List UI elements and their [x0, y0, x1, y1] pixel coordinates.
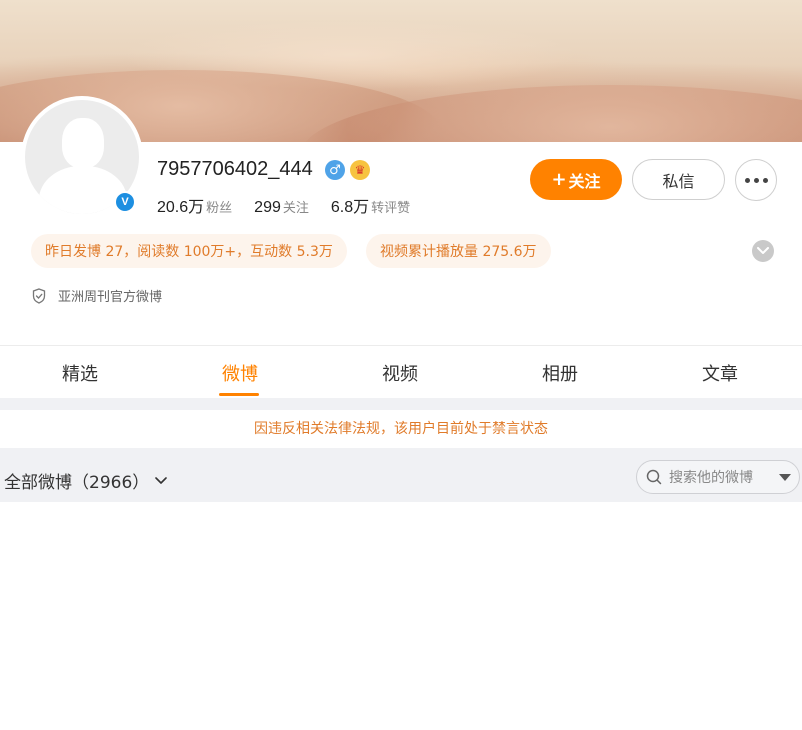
section-separator	[0, 398, 802, 410]
more-dot-icon	[753, 177, 759, 183]
stat-following-value: 299	[254, 199, 281, 216]
stat-interactions[interactable]: 6.8万 转评赞	[331, 193, 410, 217]
avatar-silhouette-head	[62, 118, 104, 168]
description-text: 亚洲周刊官方微博	[58, 290, 163, 305]
stat-interactions-label: 转评赞	[371, 201, 411, 216]
stat-following-label: 关注	[282, 201, 309, 216]
male-gender-icon: ♂	[325, 160, 345, 180]
follow-button[interactable]: + 关注	[530, 159, 622, 200]
chevron-down-icon[interactable]	[752, 240, 774, 262]
caret-down-icon[interactable]	[779, 474, 791, 481]
tab-video[interactable]: 视频	[320, 346, 480, 398]
profile-name: 7957706402_444	[157, 158, 313, 180]
profile-description: 亚洲周刊官方微博	[32, 286, 162, 305]
crown-icon[interactable]: ♛	[350, 160, 370, 180]
video-plays-pill[interactable]: 视频累计播放量 275.6万	[366, 234, 551, 268]
chevron-down-icon	[155, 476, 168, 484]
message-button-label: 私信	[662, 171, 695, 191]
feed-filter-dropdown[interactable]: 全部微博（2966）	[4, 468, 168, 493]
verified-badge-icon: V	[114, 191, 136, 213]
search-icon	[646, 469, 662, 485]
stat-following[interactable]: 299 关注	[254, 197, 309, 217]
ban-notice: 因违反相关法律法规，该用户目前处于禁言状态	[0, 410, 802, 448]
avatar-silhouette-body	[39, 166, 127, 214]
profile-stats: 20.6万 粉丝 299 关注 6.8万 转评赞	[157, 193, 432, 217]
message-button[interactable]: 私信	[632, 159, 725, 200]
tab-articles[interactable]: 文章	[640, 346, 800, 398]
more-dot-icon	[762, 177, 768, 183]
stat-interactions-value: 6.8万	[330, 199, 370, 216]
daily-activity-pill[interactable]: 昨日发博 27，阅读数 100万+，互动数 5.3万	[31, 234, 347, 268]
search-placeholder: 搜索他的微博	[669, 470, 753, 486]
more-options-button[interactable]	[735, 159, 777, 201]
stat-followers-label: 粉丝	[206, 201, 233, 216]
tab-album[interactable]: 相册	[480, 346, 640, 398]
stat-followers[interactable]: 20.6万 粉丝	[157, 193, 232, 217]
follow-button-label: 关注	[568, 171, 601, 191]
plus-icon: +	[551, 169, 567, 190]
profile-tabs: 精选 微博 视频 相册 文章	[0, 346, 802, 398]
more-dot-icon	[744, 177, 750, 183]
tab-weibo[interactable]: 微博	[160, 346, 320, 398]
tab-featured[interactable]: 精选	[0, 346, 160, 398]
search-input[interactable]: 搜索他的微博	[636, 460, 800, 494]
feed-filter-label: 全部微博（2966）	[4, 473, 150, 493]
stat-followers-value: 20.6万	[157, 199, 205, 216]
shield-icon	[32, 287, 46, 304]
